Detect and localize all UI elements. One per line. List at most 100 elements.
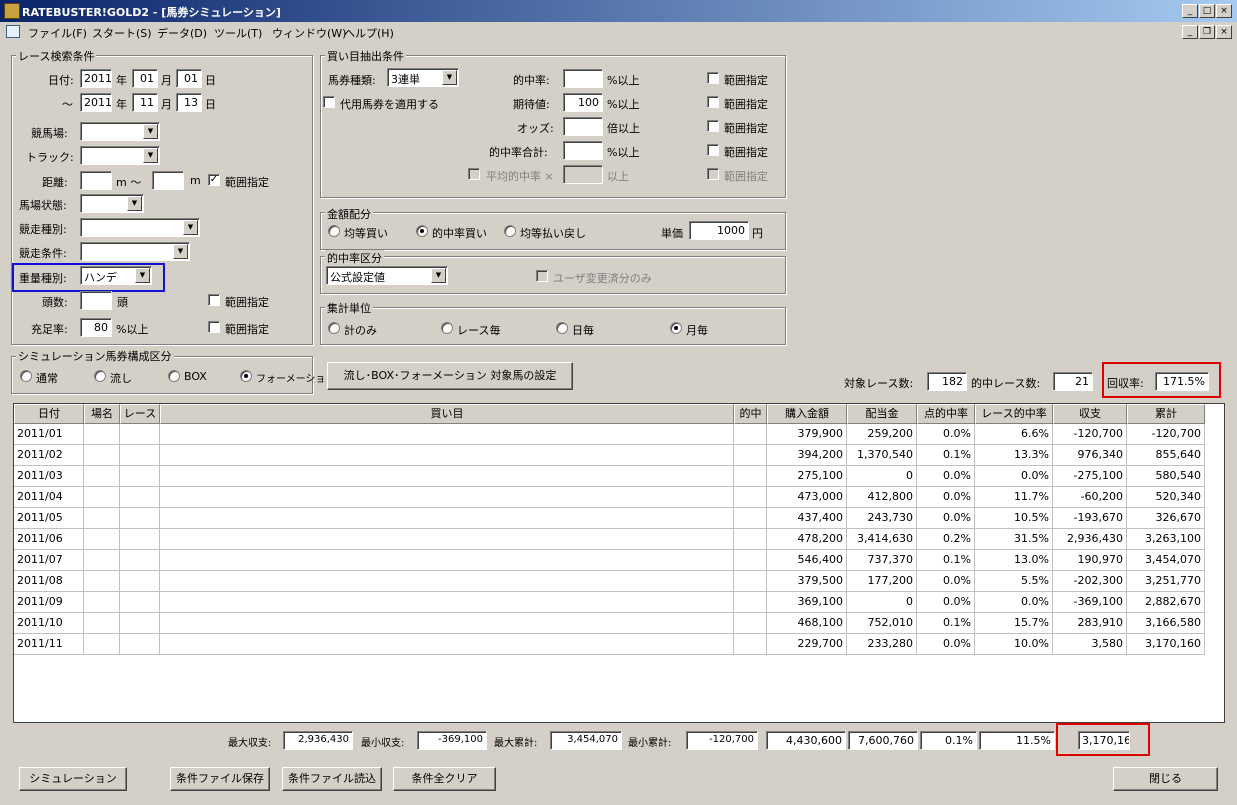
expect-range-checkbox[interactable] [707,96,719,108]
table-cell: 379,900 [767,424,847,445]
heads-range-label: 範囲指定 [225,296,269,309]
simulate-button[interactable]: シミュレーション [19,767,127,791]
agg-month-label: 月毎 [686,324,708,337]
distance-to-input[interactable] [152,171,184,190]
results-table[interactable]: 日付 場名 レース 買い目 的中 購入金額 配当金 点的中率 レース的中率 収支 累計 2011/01… [13,403,1225,723]
odds-range-checkbox[interactable] [707,120,719,132]
table-cell: 5.5% [975,571,1053,592]
sim-box-radio[interactable] [168,370,180,382]
table-cell: 0 [847,466,917,487]
to-year-input[interactable]: 2011 [80,93,112,112]
ground-select[interactable]: ▼ [80,194,144,213]
column-header[interactable]: 日付 [14,404,84,424]
from-year-input[interactable]: 2011 [80,69,112,88]
column-header[interactable]: 点的中率 [917,404,975,424]
table-cell [734,634,767,655]
menu-tool[interactable]: ツール(T) [214,25,262,41]
race-cond-select[interactable]: ▼ [80,242,190,261]
save-conditions-button[interactable]: 条件ファイル保存 [170,767,270,791]
from-day-input[interactable]: 01 [176,69,202,88]
substitute-checkbox[interactable] [323,96,335,108]
maximize-icon[interactable]: □ [1199,4,1215,18]
column-header[interactable]: 買い目 [160,404,734,424]
column-header[interactable]: 配当金 [847,404,917,424]
hit-sum-range-checkbox[interactable] [707,144,719,156]
distance-range-checkbox[interactable]: ✓ [208,174,220,186]
agg-day-radio[interactable] [556,322,568,334]
total-purchase-value: 4,430,600 [766,731,846,750]
to-day-input[interactable]: 13 [176,93,202,112]
column-header[interactable]: 場名 [84,404,120,424]
clear-conditions-button[interactable]: 条件全クリア [393,767,496,791]
child-close-icon[interactable]: × [1216,25,1232,39]
close-icon[interactable]: × [1216,4,1232,18]
menu-file[interactable]: ファイル(F) [28,25,87,41]
agg-race-radio[interactable] [441,322,453,334]
avg-hit-input[interactable] [563,165,603,184]
grid-icon [6,25,20,38]
column-header[interactable]: レース的中率 [975,404,1053,424]
avg-hit-label: 平均的中率 × [486,170,554,183]
ticket-select[interactable]: 3連単 ▼ [387,68,459,87]
table-cell: 2011/08 [14,571,84,592]
fill-range-label: 範囲指定 [225,323,269,336]
track-label: トラック: [26,151,74,164]
fill-range-checkbox[interactable] [208,321,220,333]
race-type-select[interactable]: ▼ [80,218,200,237]
hit-class-select[interactable]: 公式設定値 ▼ [326,266,448,285]
sim-normal-radio[interactable] [20,370,32,382]
amount-hitrate-radio[interactable] [416,225,428,237]
odds-input[interactable] [563,117,603,136]
child-minimize-icon[interactable]: _ [1182,25,1198,39]
table-cell: 437,400 [767,508,847,529]
menu-window[interactable]: ウィンドウ(W) [272,25,346,41]
unit-price-input[interactable]: 1000 [689,221,749,240]
fill-input[interactable]: 80 [80,318,112,337]
min-balance-value: -369,100 [417,731,487,750]
menu-help[interactable]: ヘルプ(H) [344,25,394,41]
minimize-icon[interactable]: _ [1182,4,1198,18]
max-cum-value: 3,454,070 [550,731,622,750]
menu-data[interactable]: データ(D) [157,25,207,41]
expect-unit: %以上 [607,98,640,111]
column-header[interactable]: 購入金額 [767,404,847,424]
table-cell: 3,263,100 [1127,529,1205,550]
user-only-checkbox[interactable] [536,270,548,282]
avg-hit-checkbox[interactable] [468,168,480,180]
amount-refund-radio[interactable] [504,225,516,237]
menu-start[interactable]: スタート(S) [92,25,152,41]
sim-nagashi-label: 流し [110,372,132,385]
column-header[interactable]: レース [120,404,160,424]
hit-sum-input[interactable] [563,141,603,160]
table-cell [84,445,120,466]
agg-month-radio[interactable] [670,322,682,334]
track-select[interactable]: ▼ [80,146,160,165]
sim-formation-radio[interactable] [240,370,252,382]
load-conditions-button[interactable]: 条件ファイル読込 [282,767,382,791]
hit-rate-input[interactable] [563,69,603,88]
set-target-button[interactable]: 流し･BOX･フォーメーション 対象馬の設定 [327,362,573,390]
distance-from-input[interactable] [80,171,112,190]
distance-unit-2: m [190,174,201,187]
sim-nagashi-radio[interactable] [94,370,106,382]
avg-hit-range-checkbox[interactable] [707,168,719,180]
table-cell: 0.0% [975,466,1053,487]
column-header[interactable]: 収支 [1053,404,1127,424]
amount-equal-radio[interactable] [328,225,340,237]
child-restore-icon[interactable]: ❐ [1199,25,1215,39]
expect-input[interactable]: 100 [563,93,603,112]
venue-select[interactable]: ▼ [80,122,160,141]
table-cell: 0.0% [917,634,975,655]
agg-total-radio[interactable] [328,322,340,334]
column-header[interactable]: 的中 [734,404,767,424]
heads-range-checkbox[interactable] [208,294,220,306]
from-month-input[interactable]: 01 [132,69,158,88]
column-header[interactable]: 累計 [1127,404,1205,424]
to-month-input[interactable]: 11 [132,93,158,112]
hit-rate-range-checkbox[interactable] [707,72,719,84]
app-icon [4,3,20,19]
heads-input[interactable] [80,291,112,310]
table-cell [120,550,160,571]
close-button[interactable]: 閉じる [1113,767,1218,791]
hit-rate-unit: %以上 [607,74,640,87]
